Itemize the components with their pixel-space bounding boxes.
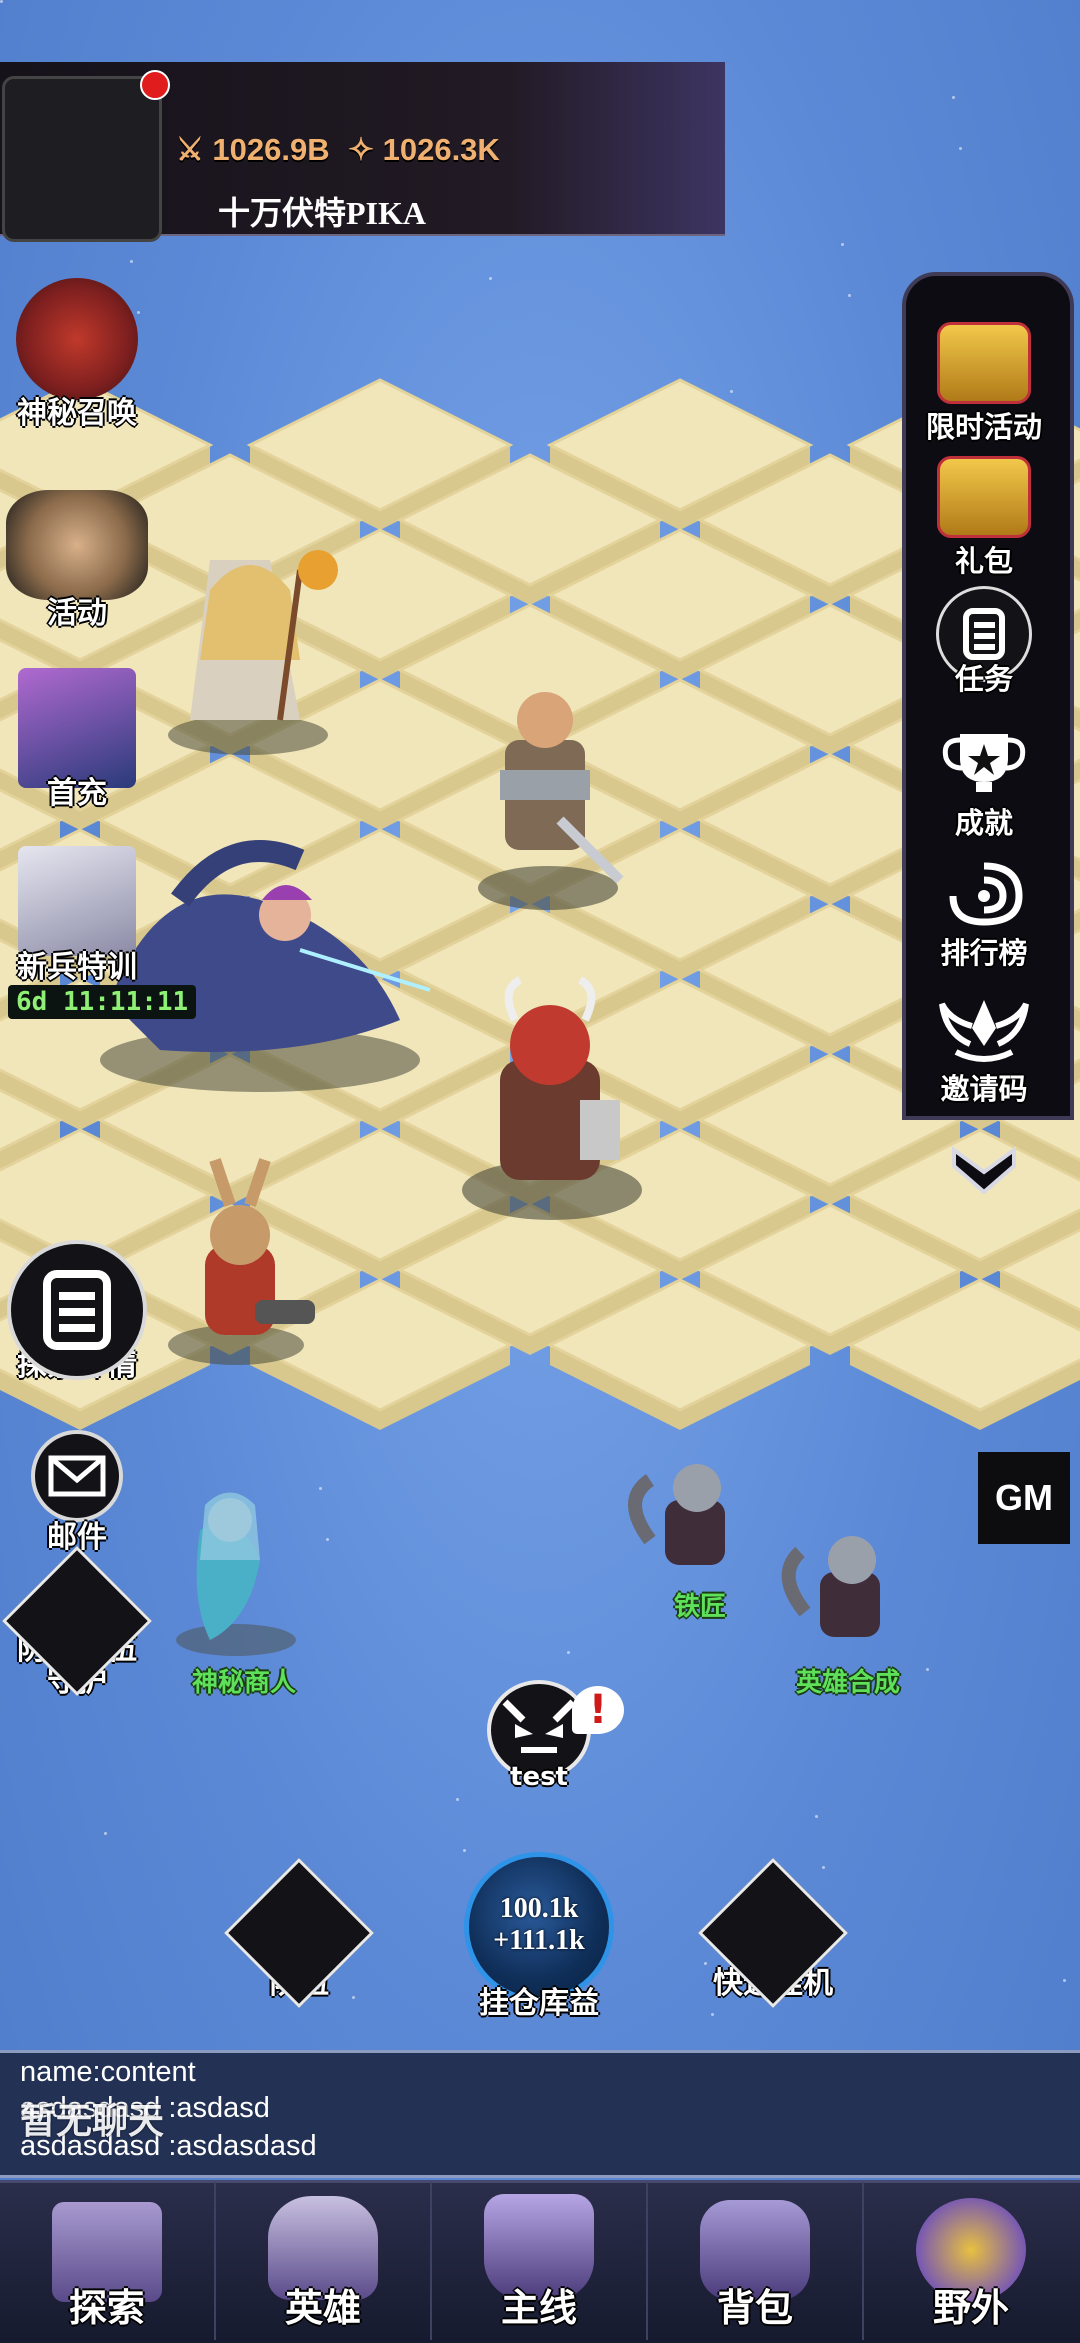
recruit-training-timer: 6d 11:11:11 [8,985,197,1019]
menu-limited-event[interactable]: 限时活动 [902,322,1066,446]
list-icon [7,1240,147,1380]
resource-power: ⚔ 1026.9B [176,132,330,167]
diamond-icon: ✧ [348,132,374,167]
ranking-swirl-icon [939,860,1029,930]
trophy-icon [936,730,1032,800]
explore-details-button[interactable]: 探索详情 [2,1240,152,1384]
collapse-chevron-icon[interactable] [948,1142,1020,1200]
menu-achievements[interactable]: 成就 [902,730,1066,842]
mail-button[interactable]: 邮件 [2,1430,152,1556]
menu-first-recharge[interactable]: 首充 [2,668,152,812]
idle-income-button[interactable]: 100.1k +111.1k 挂仓库益 [456,1852,622,2022]
nav-heroes[interactable]: 英雄 [216,2182,432,2340]
blacksmith-label[interactable]: 铁匠 [674,1586,726,1623]
nav-wilderness[interactable]: 野外 [864,2182,1078,2340]
gm-button[interactable]: GM [978,1452,1070,1544]
menu-leaderboard[interactable]: 排行榜 [902,860,1066,972]
mystery-merchant-label[interactable]: 神秘商人 [192,1662,296,1699]
quick-idle-button[interactable]: 快速挂机 [698,1858,848,2008]
chat-line: name:content [20,2056,196,2088]
chat-empty-hint: 暂无聊天 [20,2101,165,2142]
resource-diamond: ✧ 1026.3K [348,132,500,167]
alert-bubble-icon: ! [572,1686,624,1734]
gift-chest-icon [937,456,1031,538]
chest-icon [937,322,1031,404]
rabbit-hero-icon [16,278,138,400]
menu-tasks[interactable]: 任务 [902,586,1066,698]
menu-gift-pack[interactable]: 礼包 [902,456,1066,580]
menu-activity[interactable]: 活动 [2,490,152,632]
menu-invite-code[interactable]: 邀请码 [902,996,1066,1108]
menu-recruit-training[interactable]: 新兵特训 [2,846,152,986]
idle-value-primary: 100.1k [499,1893,579,1924]
nav-main-quest[interactable]: 主线 [432,2182,648,2340]
nav-explore[interactable]: 探索 [0,2182,216,2340]
sword-icon: ⚔ [176,132,204,167]
silver-hair-girl-icon [18,846,136,956]
notification-dot [140,70,170,100]
mail-icon [31,1430,123,1522]
warrior-face-icon [6,490,148,600]
nav-backpack[interactable]: 背包 [648,2182,864,2340]
idle-value-bonus: +111.1k [493,1925,585,1956]
menu-mystic-summon[interactable]: 神秘召唤 [2,278,152,432]
defense-team-button[interactable]: 防守队伍守护 [2,1546,152,1698]
player-name: 十万伏特PIKA [218,195,427,231]
player-avatar[interactable] [2,76,162,242]
invite-wings-icon [936,996,1032,1066]
team-button[interactable]: 队伍 [224,1858,374,2008]
hero-fusion-label[interactable]: 英雄合成 [796,1662,900,1699]
